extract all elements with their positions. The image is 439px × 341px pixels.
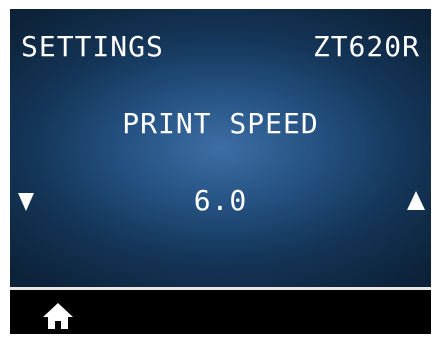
printer-display: SETTINGS ZT620R PRINT SPEED 6.0	[10, 9, 431, 334]
setting-value: 6.0	[193, 184, 248, 217]
menu-title: SETTINGS	[21, 30, 164, 63]
increase-arrow-icon[interactable]	[407, 191, 425, 210]
home-icon	[43, 303, 73, 329]
setting-name: PRINT SPEED	[122, 107, 319, 140]
home-button[interactable]	[40, 299, 76, 331]
footer-divider	[10, 287, 431, 290]
settings-screen: SETTINGS ZT620R PRINT SPEED 6.0	[10, 9, 431, 287]
printer-model: ZT620R	[312, 30, 420, 63]
